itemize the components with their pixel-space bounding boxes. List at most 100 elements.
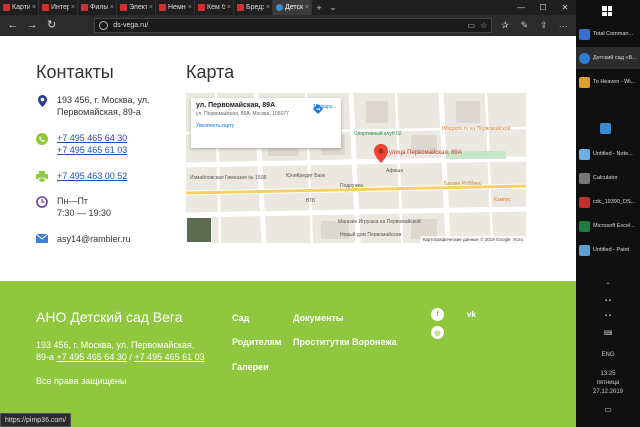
map-place-label: Афиша xyxy=(386,168,404,174)
fax-link[interactable]: +7 495 463 00 52 xyxy=(57,170,127,182)
taskbar-item[interactable]: Детский сад «В... xyxy=(576,47,640,69)
minimize-icon[interactable]: — xyxy=(510,0,532,15)
computer-icon xyxy=(600,122,611,134)
address-line: Первомайская, 89-а xyxy=(57,107,141,117)
tray-icons[interactable]: ▪ ▪ xyxy=(576,313,640,319)
browser-tab[interactable]: Фильмы к× xyxy=(78,0,117,15)
keyboard-icon[interactable]: ⌨ xyxy=(576,330,640,337)
browser-tab-active[interactable]: Детск × xyxy=(273,0,312,15)
tab-title: Кем был е xyxy=(207,4,225,11)
browser-tab[interactable]: Интересн× xyxy=(39,0,78,15)
taskbar-item[interactable]: Microsoft Excel... xyxy=(576,215,640,237)
clock-time[interactable]: 13:25 xyxy=(576,371,640,377)
enlarge-map-link[interactable]: Увеличить карту xyxy=(196,123,336,129)
footer-link-parents[interactable]: Родителям xyxy=(232,337,281,347)
address-bar[interactable]: ds-vega.ru/ ▭ ☆ xyxy=(94,18,493,33)
input-language[interactable]: ENG xyxy=(576,352,640,358)
tab-title: Электрона xyxy=(129,4,147,11)
location-pin-icon xyxy=(36,94,48,107)
map-terms-link[interactable]: Усло xyxy=(513,237,523,242)
map-place-label: IMagazin.ru на Первомайской xyxy=(442,126,511,132)
close-icon[interactable]: × xyxy=(149,4,153,11)
phone-link[interactable]: +7 495 465 64 30 xyxy=(57,352,127,362)
map-place-label: ЮниКредит Банк xyxy=(286,173,326,179)
phone-link[interactable]: +7 495 465 64 30 xyxy=(57,132,127,144)
favicon-icon xyxy=(237,4,244,11)
back-arrow-icon[interactable]: ← xyxy=(6,15,19,36)
taskbar-item[interactable]: cdc_19390_DS... xyxy=(576,191,640,213)
address-line: 193 456, г. Москва, ул. xyxy=(57,95,150,105)
map-place-label: Измайловская Гимназия № 1508 xyxy=(190,175,267,181)
maximize-icon[interactable]: ☐ xyxy=(532,0,554,15)
close-icon[interactable]: × xyxy=(71,4,75,11)
calculator-icon xyxy=(579,172,590,184)
notifications-icon[interactable]: ▭ xyxy=(576,405,640,414)
close-icon[interactable]: × xyxy=(188,4,192,11)
map-place-label: Спортивный клуб 02 xyxy=(354,131,402,137)
web-page: Контакты Карта 193 456, г. Москва, ул. Пе… xyxy=(0,36,576,427)
footer-link-prostitutes[interactable]: Проститутки Воронежа xyxy=(293,337,397,347)
browser-tab[interactable]: Картинок× xyxy=(0,0,39,15)
facebook-icon[interactable]: f xyxy=(431,308,444,321)
close-icon[interactable]: × xyxy=(305,4,309,11)
close-icon[interactable]: × xyxy=(32,4,36,11)
tray-chevron-icon[interactable]: ⌃ xyxy=(576,282,640,289)
notes-icon[interactable]: ✎ xyxy=(518,20,531,31)
google-map[interactable]: улица Первомайская, 89А Спортивный клуб … xyxy=(186,93,526,243)
window-close-icon[interactable]: ✕ xyxy=(554,0,576,15)
chevron-down-icon[interactable]: ⌄ xyxy=(326,0,340,15)
taskbar-item[interactable]: Untitled - Paint xyxy=(576,239,640,261)
forward-arrow-icon[interactable]: → xyxy=(25,15,38,36)
close-icon[interactable]: × xyxy=(227,4,231,11)
new-tab-icon[interactable]: + xyxy=(312,0,326,15)
phone-link[interactable]: +7 495 465 61 03 xyxy=(134,352,204,362)
favorite-star-icon[interactable]: ☆ xyxy=(480,21,487,30)
taskbar-item[interactable]: Total Comman... xyxy=(576,23,640,45)
taskbar-item[interactable]: Untitled - Note... xyxy=(576,143,640,165)
contacts-title: Контакты xyxy=(36,62,114,82)
taskbar-item[interactable] xyxy=(576,117,640,139)
tab-title: Картинок xyxy=(12,4,30,11)
windows-start-icon[interactable] xyxy=(602,6,612,16)
phone-link[interactable]: +7 495 465 61 03 xyxy=(57,144,127,156)
share-icon[interactable]: ⇪ xyxy=(537,20,550,31)
clock-date[interactable]: 27.12.2019 xyxy=(576,389,640,395)
hours-days: Пн—Пт xyxy=(57,196,89,206)
tab-title: Фильмы к xyxy=(90,4,108,11)
clock-icon xyxy=(36,195,48,208)
instagram-icon[interactable]: ◎ xyxy=(431,326,444,339)
email-text[interactable]: asy14@rambler.ru xyxy=(57,233,131,245)
clock-day[interactable]: пятница xyxy=(576,380,640,386)
site-info-icon[interactable] xyxy=(99,21,109,30)
map-title: Карта xyxy=(186,62,235,82)
tray-icons[interactable]: ▪ ▪ xyxy=(576,298,640,304)
taskbar-item[interactable]: Calculator xyxy=(576,167,640,189)
footer-link-garden[interactable]: Сад xyxy=(232,313,249,323)
taskbar-item[interactable]: To Heaven - Wi... xyxy=(576,71,640,93)
browser-tab[interactable]: Электрона× xyxy=(117,0,156,15)
map-card-address: ул. Первомайская, 89А, Москва, 105077 xyxy=(196,111,289,117)
excel-icon xyxy=(579,220,590,232)
browser-tab[interactable]: Немного з× xyxy=(156,0,195,15)
close-icon[interactable]: × xyxy=(266,4,270,11)
close-icon[interactable]: × xyxy=(110,4,114,11)
nav-bar: ← → ↻ ds-vega.ru/ ▭ ☆ ✰ ✎ ⇪ ··· xyxy=(0,15,576,36)
reading-view-icon[interactable]: ▭ xyxy=(468,21,476,30)
map-info-card: ул. Первомайская, 89А ул. Первомайская, … xyxy=(191,98,341,148)
footer-link-documents[interactable]: Документы xyxy=(293,313,344,323)
footer-link-gallery[interactable]: Галереи xyxy=(232,362,269,372)
vk-icon[interactable]: vk xyxy=(465,308,478,321)
refresh-icon[interactable]: ↻ xyxy=(45,15,58,36)
browser-tab[interactable]: Бредзона× xyxy=(234,0,273,15)
contact-hours: Пн—Пт 7:30 — 19:30 xyxy=(36,195,111,219)
paint-icon xyxy=(579,244,590,256)
browser-tab[interactable]: Кем был е× xyxy=(195,0,234,15)
route-button[interactable]: Маршру... xyxy=(313,104,336,114)
address-url[interactable]: ds-vega.ru/ xyxy=(113,22,462,29)
satellite-view-toggle[interactable] xyxy=(186,217,212,243)
map-place-label: Новый дом Первомайская xyxy=(340,232,402,238)
favorites-icon[interactable]: ✰ xyxy=(498,20,511,31)
favicon-icon xyxy=(159,4,166,11)
more-icon[interactable]: ··· xyxy=(557,21,570,31)
notepad-icon xyxy=(579,148,590,160)
